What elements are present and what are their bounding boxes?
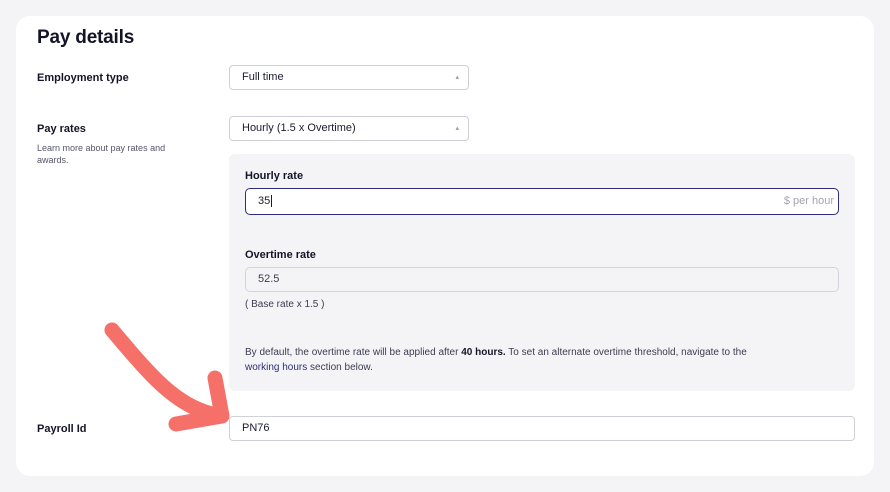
- payroll-id-value: PN76: [242, 422, 270, 434]
- overtime-rate-label: Overtime rate: [245, 249, 316, 261]
- employment-type-label: Employment type: [37, 72, 129, 84]
- hourly-rate-value: 35: [258, 195, 273, 207]
- overtime-rate-value: 52.5: [258, 273, 280, 285]
- pay-rates-label: Pay rates: [37, 123, 86, 135]
- overtime-note-prefix: By default, the overtime rate will be ap…: [245, 347, 462, 358]
- caret-updown-icon: ▴: [455, 74, 459, 81]
- pay-rates-value: Hourly (1.5 x Overtime): [242, 122, 356, 134]
- hourly-rate-label: Hourly rate: [245, 170, 304, 182]
- payroll-id-input[interactable]: PN76: [229, 416, 855, 441]
- hourly-rate-unit: $ per hour: [783, 195, 834, 207]
- caret-updown-icon: ▴: [455, 125, 459, 132]
- overtime-note-suffix: section below.: [307, 362, 373, 373]
- payroll-id-label: Payroll Id: [37, 423, 87, 435]
- pay-rate-panel: Hourly rate 35 $ per hour Overtime rate …: [229, 154, 855, 391]
- overtime-rate-input: 52.5: [245, 267, 839, 292]
- overtime-note: By default, the overtime rate will be ap…: [245, 345, 839, 375]
- employment-type-value: Full time: [242, 71, 284, 83]
- overtime-rate-hint: ( Base rate x 1.5 ): [245, 299, 325, 310]
- hourly-rate-input[interactable]: 35 $ per hour: [245, 188, 839, 215]
- overtime-note-hours: 40 hours.: [461, 347, 506, 358]
- working-hours-link[interactable]: working hours: [245, 362, 307, 373]
- overtime-note-middle: To set an alternate overtime threshold, …: [505, 347, 747, 358]
- employment-type-select[interactable]: Full time ▴: [229, 65, 469, 90]
- pay-rates-select[interactable]: Hourly (1.5 x Overtime) ▴: [229, 116, 469, 141]
- section-title: Pay details: [37, 27, 135, 48]
- pay-rates-help-link[interactable]: Learn more about pay rates and awards.: [37, 142, 187, 166]
